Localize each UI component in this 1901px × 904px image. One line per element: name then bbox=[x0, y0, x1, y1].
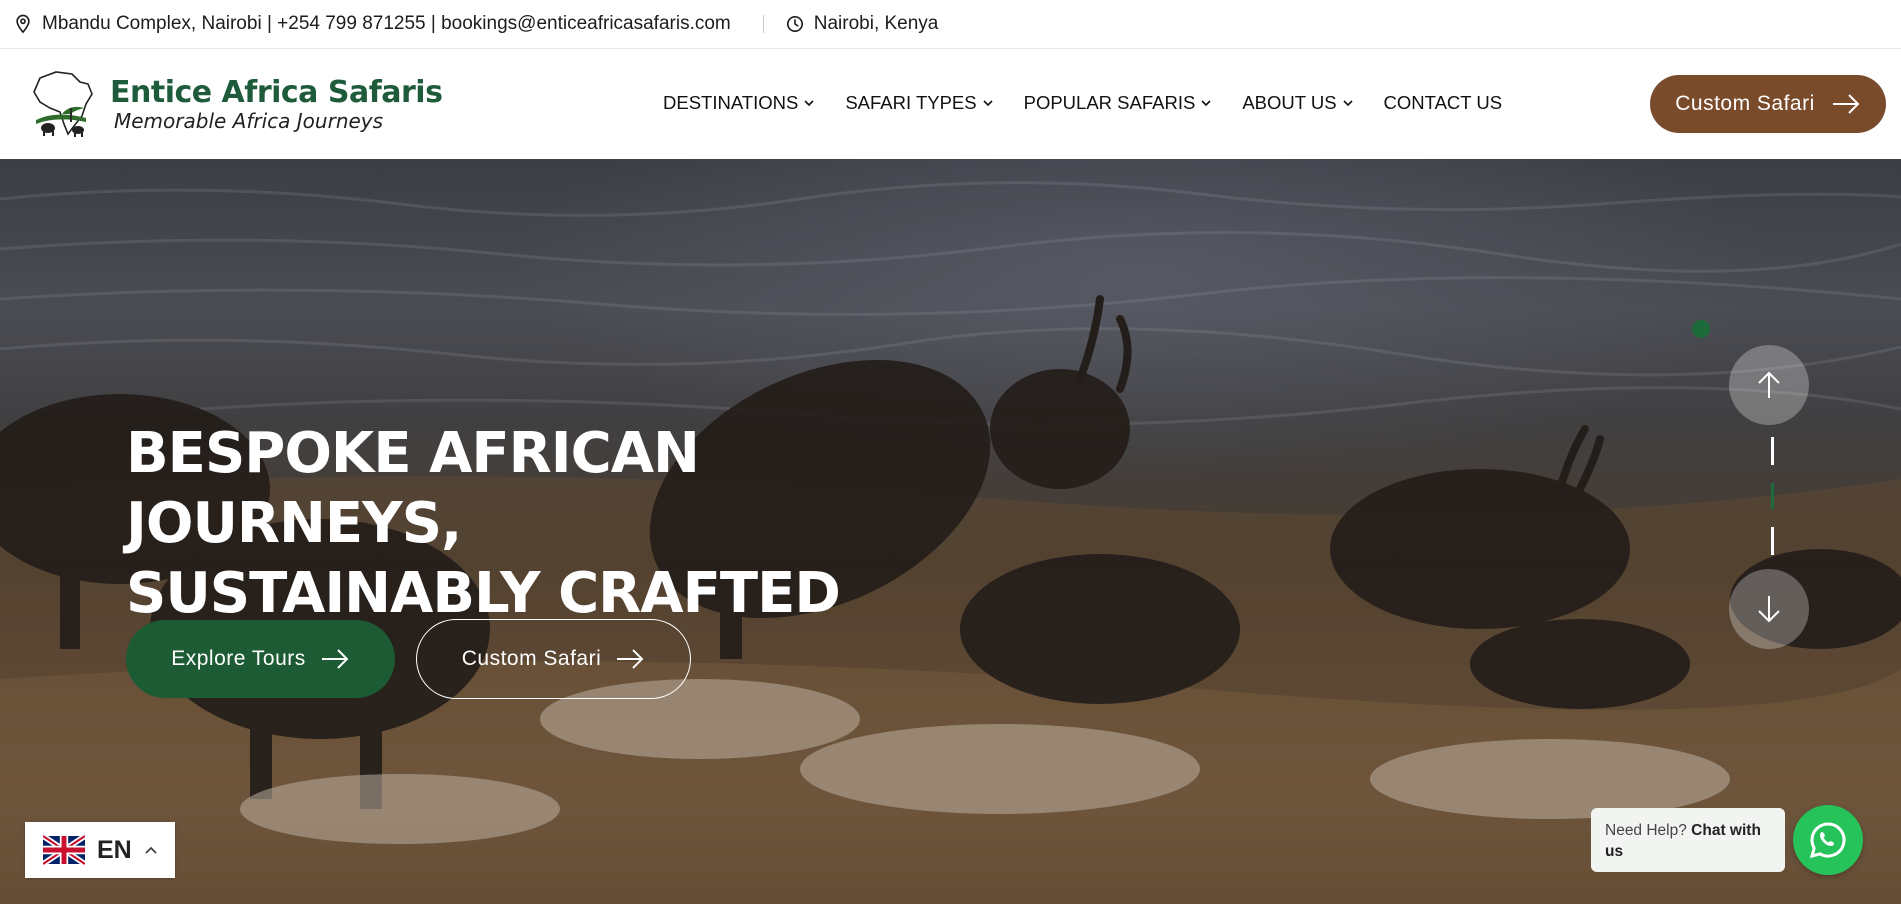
nav-item-label: CONTACT US bbox=[1383, 92, 1503, 113]
chevron-down-icon bbox=[983, 100, 993, 107]
custom-safari-hero-label: Custom Safari bbox=[461, 647, 602, 670]
contact-text[interactable]: Mbandu Complex, Nairobi | +254 799 87125… bbox=[42, 13, 731, 35]
site-logo[interactable]: Entice Africa Safaris Memorable Africa J… bbox=[26, 64, 443, 144]
hero-title-line1: BESPOKE AFRICAN JOURNEYS, bbox=[126, 421, 700, 556]
arrow-right-icon bbox=[321, 649, 349, 669]
explore-tours-label: Explore Tours bbox=[171, 647, 306, 670]
nav-item-label: POPULAR SAFARIS bbox=[1023, 92, 1196, 113]
arrow-down-icon bbox=[1758, 596, 1780, 623]
whatsapp-chat-button[interactable] bbox=[1793, 805, 1863, 875]
chat-help-bubble[interactable]: Need Help? Chat with us bbox=[1591, 808, 1785, 872]
nav-item-label: DESTINATIONS bbox=[663, 92, 799, 113]
slider-next-button[interactable] bbox=[1729, 569, 1809, 649]
nav-item-label: SAFARI TYPES bbox=[845, 92, 977, 113]
arrow-right-icon bbox=[1832, 94, 1860, 114]
logo-subtitle: Memorable Africa Journeys bbox=[114, 109, 384, 133]
language-selector[interactable]: EN bbox=[25, 822, 175, 878]
nav-item-contact-us[interactable]: CONTACT US bbox=[1384, 92, 1503, 114]
chat-prefix: Need Help? bbox=[1605, 822, 1687, 839]
slide-bar-active[interactable] bbox=[1771, 483, 1774, 509]
map-pin-icon bbox=[16, 14, 30, 34]
language-code: EN bbox=[97, 835, 132, 864]
hero-section: BESPOKE AFRICAN JOURNEYS, SUSTAINABLY CR… bbox=[0, 159, 1901, 904]
slide-indicator-dot bbox=[1692, 320, 1710, 338]
chevron-down-icon bbox=[804, 100, 814, 107]
slider-pagination bbox=[1771, 437, 1775, 573]
africa-logo-icon bbox=[33, 71, 93, 137]
whatsapp-icon bbox=[1809, 822, 1846, 859]
hero-title: BESPOKE AFRICAN JOURNEYS, SUSTAINABLY CR… bbox=[126, 419, 1026, 629]
site-header: Entice Africa Safaris Memorable Africa J… bbox=[0, 50, 1901, 159]
slide-bar[interactable] bbox=[1771, 527, 1774, 555]
chevron-down-icon bbox=[1201, 100, 1211, 107]
custom-safari-header-button[interactable]: Custom Safari bbox=[1650, 75, 1886, 133]
top-info-bar: Mbandu Complex, Nairobi | +254 799 87125… bbox=[0, 0, 1901, 49]
slide-bar[interactable] bbox=[1771, 437, 1774, 465]
custom-safari-hero-button[interactable]: Custom Safari bbox=[416, 619, 691, 699]
nav-item-label: ABOUT US bbox=[1242, 92, 1337, 113]
clock-icon bbox=[786, 15, 803, 33]
contact-info: Mbandu Complex, Nairobi | +254 799 87125… bbox=[14, 13, 731, 35]
arrow-up-icon bbox=[1758, 371, 1780, 398]
nav-item-destinations[interactable]: DESTINATIONS bbox=[663, 92, 815, 114]
slider-prev-button[interactable] bbox=[1729, 345, 1809, 425]
nav-item-safari-types[interactable]: SAFARI TYPES bbox=[845, 92, 993, 114]
chevron-up-icon bbox=[145, 846, 157, 854]
uk-flag-icon bbox=[43, 834, 85, 866]
location-info: Nairobi, Kenya bbox=[786, 13, 939, 35]
custom-safari-header-label: Custom Safari bbox=[1675, 92, 1815, 115]
hero-title-line2: SUSTAINABLY CRAFTED bbox=[126, 561, 841, 626]
explore-tours-button[interactable]: Explore Tours bbox=[126, 620, 395, 698]
location-text: Nairobi, Kenya bbox=[813, 13, 939, 34]
main-nav: DESTINATIONS SAFARI TYPES POPULAR SAFARI… bbox=[663, 92, 1532, 114]
logo-text: Entice Africa Safaris Memorable Africa J… bbox=[110, 75, 443, 133]
logo-title: Entice Africa Safaris bbox=[110, 75, 443, 110]
nav-item-popular-safaris[interactable]: POPULAR SAFARIS bbox=[1024, 92, 1213, 114]
divider bbox=[762, 15, 764, 33]
arrow-right-icon bbox=[617, 649, 644, 669]
chevron-down-icon bbox=[1342, 100, 1353, 107]
nav-item-about-us[interactable]: ABOUT US bbox=[1242, 92, 1353, 114]
